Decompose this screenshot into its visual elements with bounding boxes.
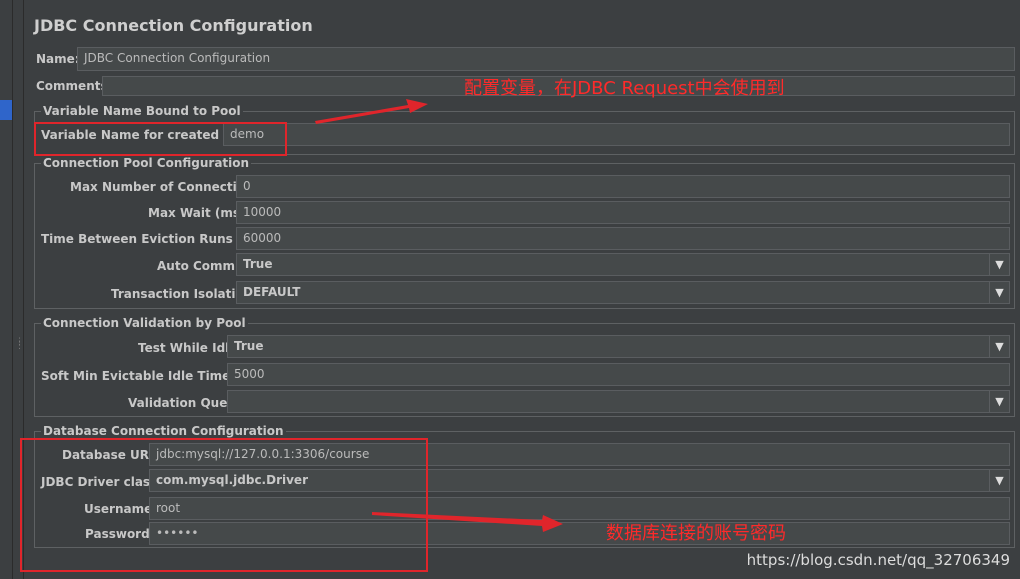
- arrow-to-credentials: [372, 512, 563, 532]
- credentials-annotation: 数据库连接的账号密码: [606, 523, 786, 544]
- variable-annotation: 配置变量，在JDBC Request中会使用到: [464, 78, 785, 99]
- watermark: https://blog.csdn.net/qq_32706349: [746, 551, 1010, 569]
- arrow-to-variable: [315, 99, 428, 124]
